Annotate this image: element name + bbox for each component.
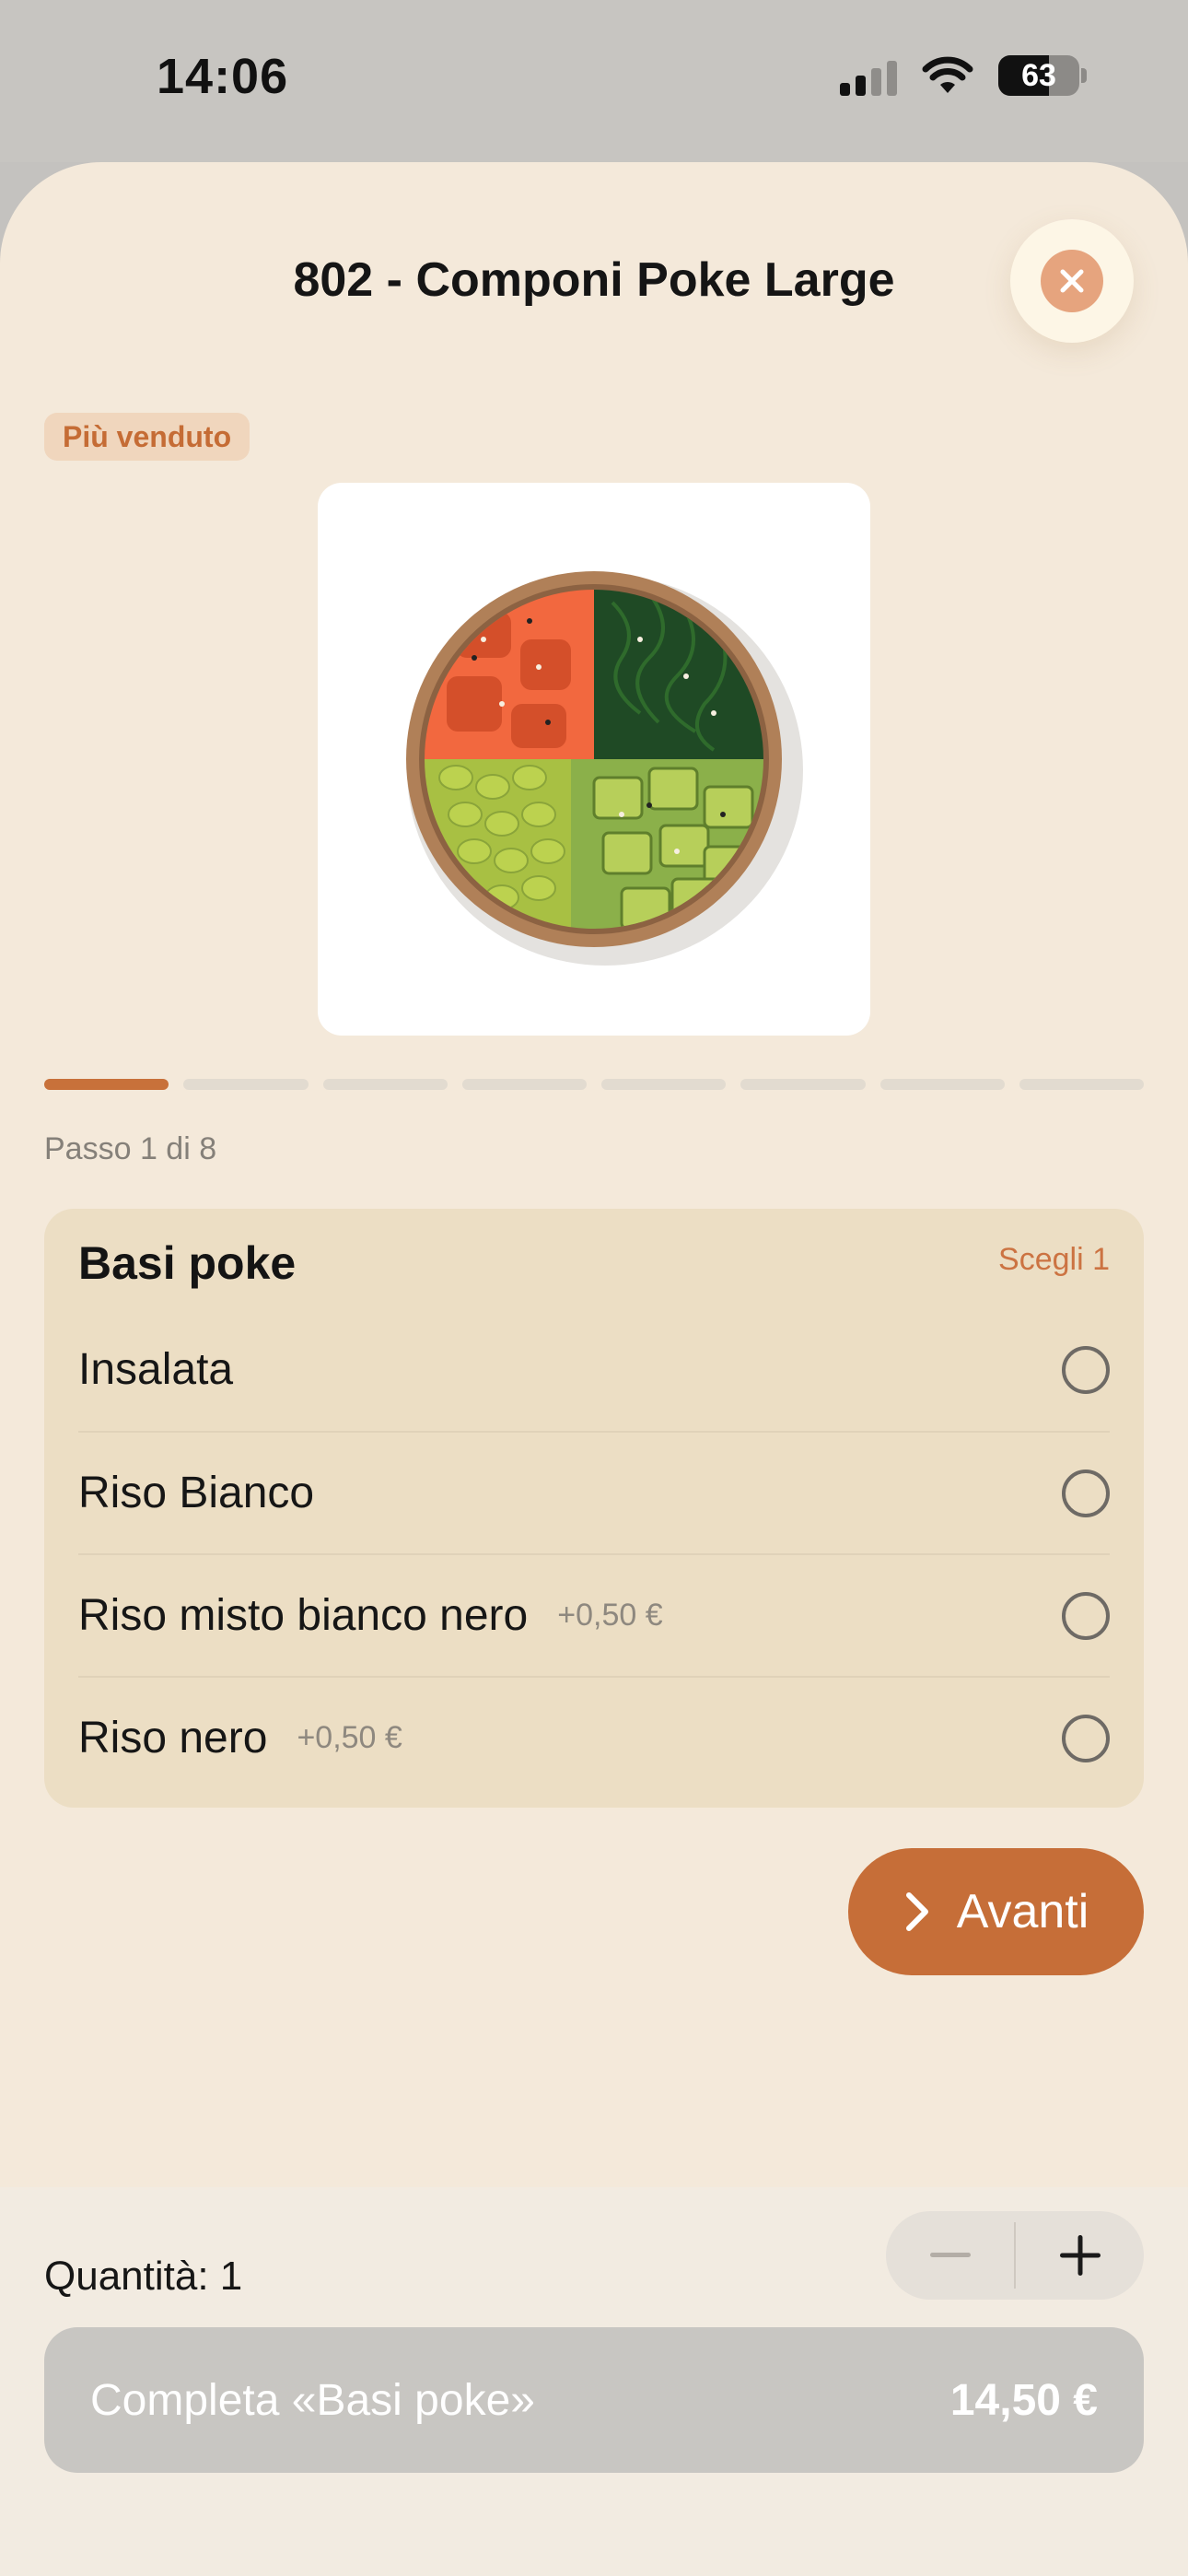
progress-segment [879, 1079, 1005, 1090]
next-button[interactable]: Avanti [848, 1848, 1144, 1975]
increase-button[interactable] [1016, 2211, 1144, 2300]
option-price: +0,50 € [297, 1720, 402, 1755]
option-row[interactable]: Riso misto bianco nero +0,50 € [78, 1553, 1110, 1676]
options-hint: Scegli 1 [998, 1242, 1110, 1277]
total-price: 14,50 € [949, 2375, 1098, 2425]
progress-segment [740, 1079, 866, 1090]
options-title: Basi poke [78, 1237, 297, 1289]
wifi-icon [922, 56, 973, 93]
step-label: Passo 1 di 8 [44, 1131, 217, 1166]
quantity-label: Quantità: 1 [44, 2254, 243, 2299]
progress-segment [322, 1079, 448, 1090]
status-icons: 63 [840, 55, 1087, 96]
progress-segment [1019, 1079, 1144, 1090]
battery-level: 63 [1021, 57, 1056, 93]
progress-segment [183, 1079, 309, 1090]
option-label: Riso misto bianco nero [78, 1591, 529, 1640]
product-image [318, 483, 870, 1036]
radio-button[interactable] [1062, 1591, 1110, 1640]
option-row[interactable]: Riso nero +0,50 € [78, 1676, 1110, 1798]
option-row[interactable]: Insalata [78, 1308, 1110, 1431]
quantity-stepper [886, 2211, 1144, 2300]
radio-button[interactable] [1062, 1469, 1110, 1517]
minus-icon [929, 2253, 971, 2257]
close-icon [1041, 250, 1103, 312]
progress-segment [44, 1079, 169, 1090]
option-price: +0,50 € [557, 1598, 663, 1633]
radio-button[interactable] [1062, 1345, 1110, 1394]
radio-button[interactable] [1062, 1714, 1110, 1762]
progress-segment [461, 1079, 587, 1090]
option-label: Riso Bianco [78, 1469, 315, 1517]
step-progress [44, 1079, 1144, 1090]
battery-icon: 63 [998, 55, 1079, 96]
chevron-right-icon [905, 1892, 928, 1931]
progress-segment [601, 1079, 727, 1090]
next-button-label: Avanti [956, 1885, 1089, 1938]
status-bar: 14:06 63 [0, 0, 1188, 162]
plus-icon [1059, 2235, 1101, 2276]
option-label: Riso nero [78, 1714, 268, 1762]
option-label: Insalata [78, 1345, 234, 1394]
options-card: Basi poke Scegli 1 Insalata Riso Bianco … [44, 1209, 1144, 1808]
option-row[interactable]: Riso Bianco [78, 1431, 1110, 1553]
close-button[interactable] [1010, 219, 1134, 343]
complete-button-label: Completa «Basi poke» [90, 2375, 535, 2425]
decrease-button[interactable] [886, 2211, 1014, 2300]
order-footer: Quantità: 1 Completa «Basi poke» 14,50 € [0, 2187, 1188, 2576]
bestseller-badge: Più venduto [44, 413, 250, 461]
complete-button[interactable]: Completa «Basi poke» 14,50 € [44, 2327, 1144, 2473]
status-time: 14:06 [157, 49, 289, 104]
cellular-signal-icon [840, 55, 897, 96]
